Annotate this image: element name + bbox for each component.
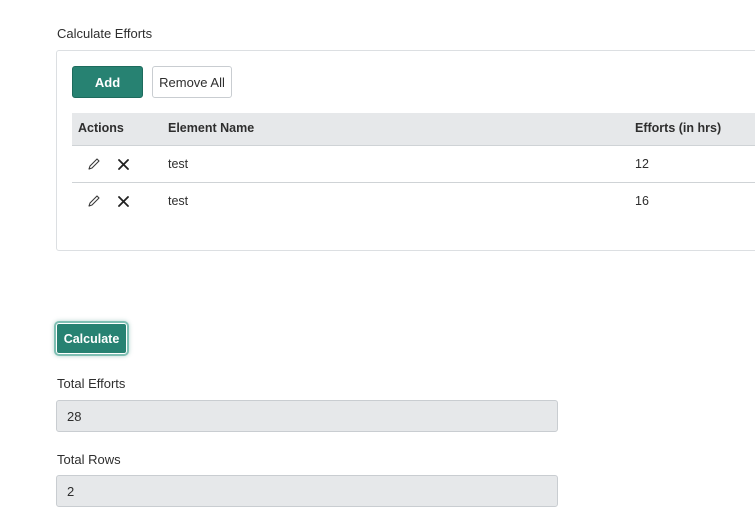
total-rows-field[interactable]: [56, 475, 558, 507]
header-element-name: Element Name: [168, 121, 255, 135]
table-header: Actions Element Name Efforts (in hrs): [72, 113, 755, 146]
pencil-icon[interactable]: [86, 193, 102, 209]
total-efforts-field[interactable]: [56, 400, 558, 432]
pencil-icon[interactable]: [86, 156, 102, 172]
header-actions: Actions: [78, 121, 124, 135]
add-button[interactable]: Add: [72, 66, 143, 98]
section-title: Calculate Efforts: [57, 26, 153, 41]
remove-all-button[interactable]: Remove All: [152, 66, 232, 98]
efforts-panel: Add Remove All Actions Element Name Effo…: [56, 50, 755, 251]
row-element-name: test: [168, 194, 189, 208]
calculate-button[interactable]: Calculate: [56, 323, 127, 354]
row-efforts: 12: [635, 157, 649, 171]
header-efforts: Efforts (in hrs): [635, 121, 722, 135]
close-icon[interactable]: [115, 193, 131, 209]
close-icon[interactable]: [115, 156, 131, 172]
table-row: test 16: [72, 183, 755, 219]
total-rows-label: Total Rows: [57, 452, 121, 467]
row-element-name: test: [168, 157, 189, 171]
row-efforts: 16: [635, 194, 649, 208]
table-row: test 12: [72, 146, 755, 183]
total-efforts-label: Total Efforts: [57, 376, 126, 391]
efforts-table: Actions Element Name Efforts (in hrs) te…: [72, 113, 755, 219]
